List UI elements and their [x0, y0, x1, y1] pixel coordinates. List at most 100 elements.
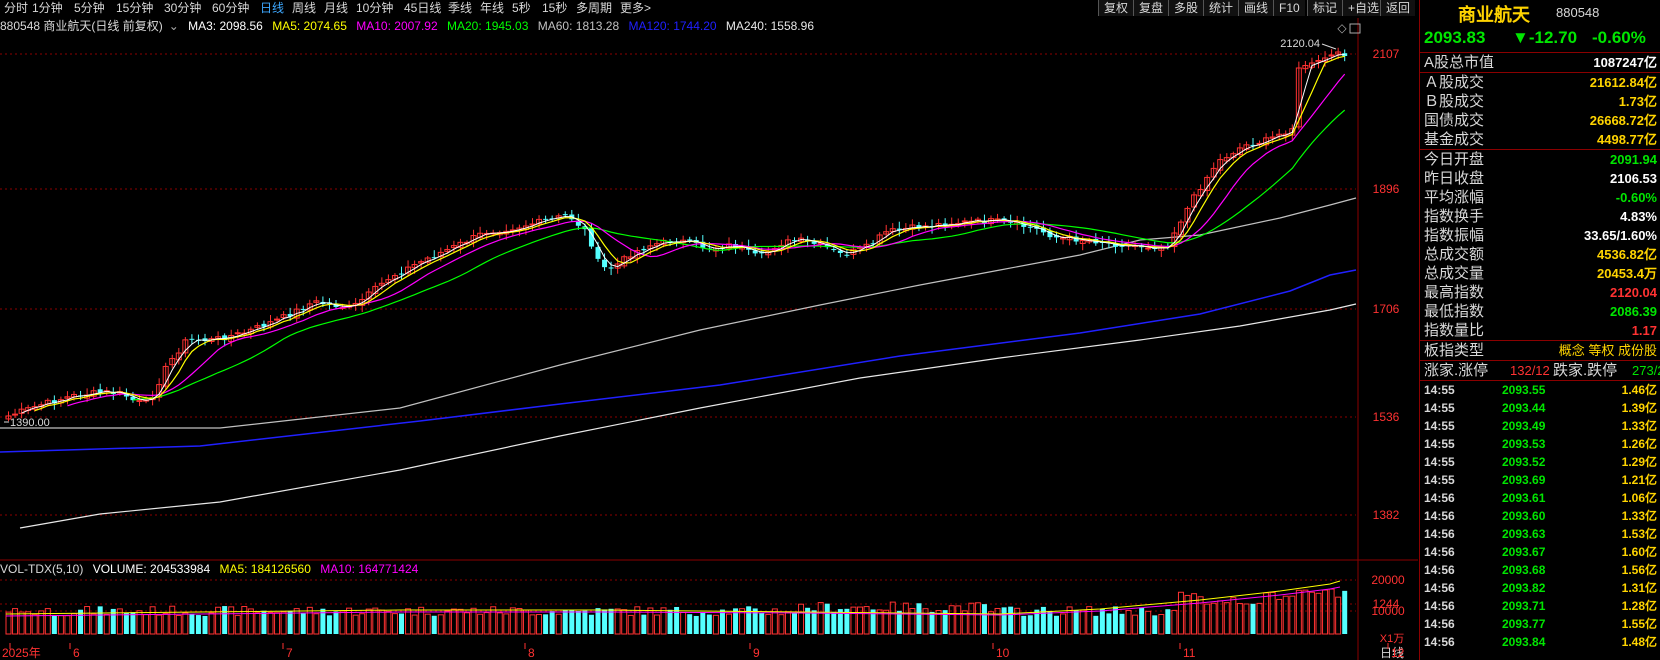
tick-amount: 1.06亿 [1621, 491, 1657, 505]
volume-bar [667, 609, 673, 634]
stat-value: 26668.72亿 [1589, 113, 1657, 128]
stat-row: 总成交量 20453.4万 [1420, 264, 1660, 283]
tick-row: 14:56 2093.67 1.60亿 [1420, 543, 1660, 561]
volume-bar [339, 610, 346, 635]
down-value: 273/2 [1632, 363, 1660, 378]
volume-bar [450, 608, 457, 635]
tick-row: 14:55 2093.49 1.33亿 [1420, 417, 1660, 435]
volume-bar [588, 614, 594, 634]
volume-bar [64, 615, 71, 635]
time-axis-label: 6 [73, 646, 80, 660]
volume-bar [1001, 607, 1007, 634]
stat-value: 4.83% [1620, 209, 1657, 224]
volume-bar [1282, 595, 1289, 635]
volume-bar [653, 614, 660, 635]
time-axis-label: 8 [528, 646, 535, 660]
volume-bar [536, 614, 543, 635]
volume-bar [1269, 591, 1276, 635]
volume-bar [811, 610, 817, 634]
volume-bar [1236, 602, 1243, 635]
volume-bar [261, 610, 267, 634]
stat-label: 今日开盘 [1424, 151, 1485, 168]
volume-bar [496, 612, 503, 635]
stat-label: 指数换手 [1424, 208, 1485, 225]
volume-bar [693, 615, 699, 634]
tick-time: 14:56 [1424, 635, 1455, 649]
volume-bar [562, 610, 568, 634]
tick-price: 2093.52 [1502, 455, 1546, 469]
volume-bar [38, 610, 45, 635]
volume-bar [719, 609, 725, 634]
volume-bar [90, 613, 97, 635]
board-type-value[interactable]: 概念 等权 成份股 [1559, 341, 1657, 360]
volume-bar [182, 612, 189, 635]
tick-price: 2093.77 [1502, 617, 1546, 631]
volume-bar [660, 607, 667, 635]
volume-bar [706, 614, 712, 634]
volume-bar [1106, 613, 1112, 634]
volume-bar [464, 612, 470, 635]
volume-bar [680, 611, 687, 635]
time-axis-label: 10 [996, 646, 1010, 660]
price-axis-label: 1536 [1373, 410, 1400, 424]
stat-label: 总成交额 [1424, 246, 1485, 263]
stat-value: 1.17 [1631, 323, 1657, 338]
volume-bar [254, 612, 261, 635]
tick-time: 14:55 [1424, 437, 1455, 451]
tick-row: 14:55 2093.55 1.46亿 [1420, 381, 1660, 399]
tick-time: 14:55 [1424, 383, 1455, 397]
tick-time: 14:55 [1424, 401, 1455, 415]
stat-row: A股总市值 1087247亿 [1420, 53, 1660, 73]
volume-bar [1132, 614, 1139, 635]
stat-value: 2086.39 [1610, 304, 1657, 319]
tick-row: 14:55 2093.44 1.39亿 [1420, 399, 1660, 417]
volume-bar [247, 608, 254, 635]
kline-chart[interactable]: 2107189617061536138212442000010000X1万日线2… [0, 0, 1418, 660]
volume-bar [549, 611, 555, 634]
volume-bar [1152, 615, 1158, 634]
tick-time: 14:56 [1424, 581, 1455, 595]
volume-bar [300, 613, 306, 634]
tick-row: 14:56 2093.71 1.28亿 [1420, 597, 1660, 615]
candle-body [1145, 247, 1152, 250]
volume-bar [1289, 595, 1296, 635]
tick-amount: 1.33亿 [1621, 509, 1657, 523]
volume-bar [267, 611, 274, 635]
volume-bar [274, 612, 281, 635]
volume-bar [1322, 589, 1329, 635]
volume-bar [5, 611, 12, 635]
tick-price: 2093.49 [1502, 419, 1546, 433]
stat-value: 4536.82亿 [1597, 247, 1657, 262]
candle-body [562, 214, 568, 216]
volume-bar [621, 609, 628, 635]
volume-bar [889, 601, 896, 635]
volume-bar [543, 614, 549, 634]
volume-bar [569, 609, 575, 634]
index-code: 880548 [1556, 5, 1600, 20]
volume-bar [457, 608, 464, 635]
stat-label: 昨日收盘 [1424, 170, 1485, 187]
volume-bar [1328, 588, 1335, 635]
tick-price: 2093.68 [1502, 563, 1546, 577]
volume-bar [1210, 602, 1217, 635]
tick-price: 2093.53 [1502, 437, 1546, 451]
volume-bar [555, 613, 562, 635]
volume-bar [1335, 596, 1342, 635]
volume-bar [156, 614, 163, 635]
tick-price: 2093.63 [1502, 527, 1546, 541]
stat-value: 21612.84亿 [1589, 75, 1657, 90]
volume-bar [97, 606, 103, 634]
volume-bar [1060, 613, 1067, 635]
volume-bar [51, 614, 57, 634]
tick-row: 14:56 2093.82 1.31亿 [1420, 579, 1660, 597]
ma3-line [21, 53, 1345, 414]
last-price: 2093.83 [1424, 28, 1486, 47]
volume-bar [1079, 609, 1086, 635]
volume-bar [1204, 603, 1211, 635]
stats-list: A股总市值 1087247亿 Ａ股成交 21612.84亿 Ｂ股成交 1.73亿 国债成交 2… [1420, 53, 1660, 341]
tick-amount: 1.53亿 [1621, 527, 1657, 541]
tick-amount: 1.26亿 [1621, 437, 1657, 451]
volume-bar [798, 603, 805, 635]
volume-bar [169, 605, 176, 635]
stat-value: 1087247亿 [1593, 55, 1657, 70]
